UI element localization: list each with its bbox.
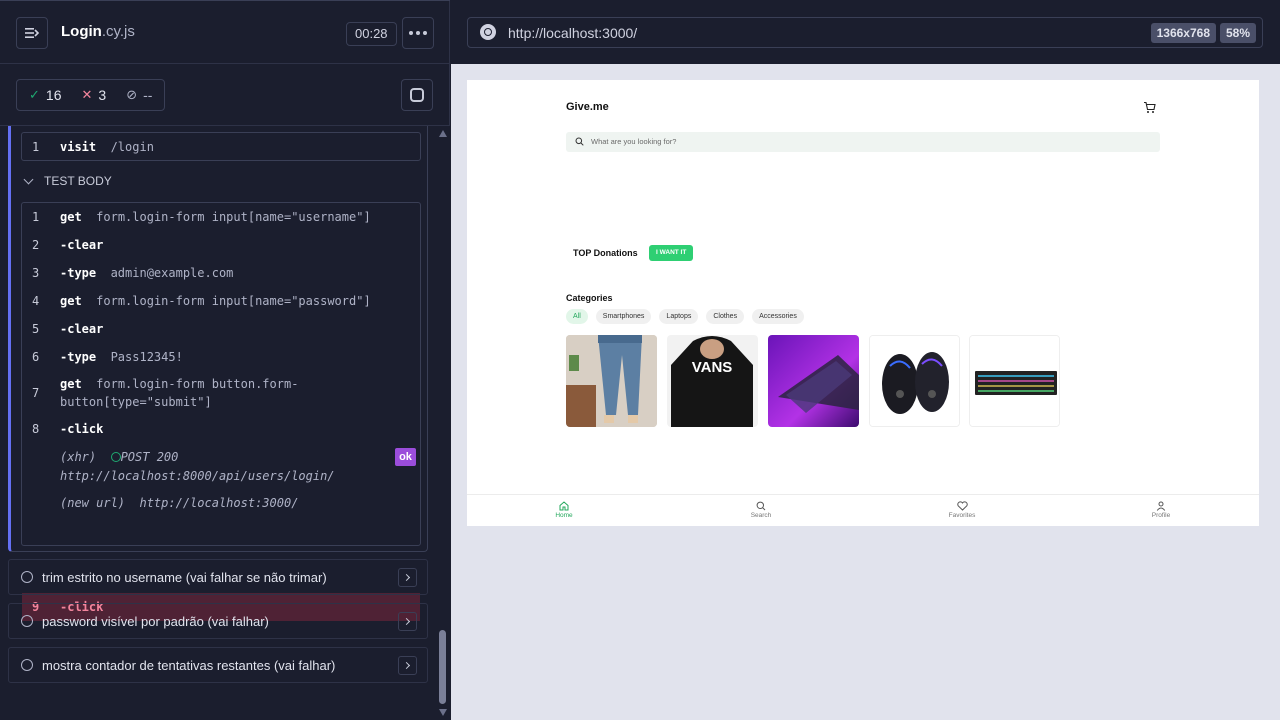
app-logo[interactable]: Give.me [566, 101, 609, 113]
command-log: 1 visit /login TEST BODY 1 get form.logi… [0, 126, 436, 720]
stats-bar: ✓ 16 ✕ 3 ⊘ -- [0, 64, 450, 126]
pending-count: ⊘ -- [126, 87, 153, 103]
url-bar-container: http://localhost:3000/ 1366x768 58% [451, 0, 1280, 64]
url-text: http://localhost:3000/ [508, 25, 638, 41]
chevron-right-icon [402, 573, 411, 582]
xhr-url: http://localhost:8000/api/users/login/ [60, 469, 335, 483]
test-body-toggle[interactable]: TEST BODY [23, 174, 112, 188]
laptop-image [768, 335, 859, 427]
category-chip-smartphones[interactable]: Smartphones [595, 309, 652, 324]
test-item[interactable]: password visível por padrão (vai falhar) [8, 603, 428, 639]
more-options-button[interactable] [402, 17, 434, 49]
nav-search[interactable]: Search [731, 501, 791, 519]
test-body-commands: 1 get form.login-form input[name="userna… [21, 202, 421, 621]
xhr-status-badge: ok [395, 448, 416, 466]
passed-count: ✓ 16 [29, 87, 62, 103]
category-chip-laptops[interactable]: Laptops [659, 309, 699, 324]
categories-title: Categories [566, 293, 613, 303]
nav-home[interactable]: Home [534, 501, 594, 519]
keyboard-image [970, 336, 1059, 426]
scroll-down-icon[interactable] [439, 709, 447, 716]
stop-run-button[interactable] [401, 79, 433, 111]
user-icon [1156, 501, 1166, 511]
run-duration: 00:28 [346, 22, 397, 46]
app-preview-panel: http://localhost:3000/ 1366x768 58% Give… [451, 0, 1280, 720]
scrollbar-thumb[interactable] [439, 630, 446, 704]
hoodie-brand-text: VANS [692, 359, 733, 376]
i-want-it-button[interactable]: I WANT IT [649, 245, 694, 261]
category-chip-clothes[interactable]: Clothes [706, 309, 745, 324]
reporter-scrollbar[interactable] [436, 126, 450, 720]
category-chip-accessories[interactable]: Accessories [752, 309, 804, 324]
open-test-button[interactable] [398, 656, 417, 675]
nav-favorites[interactable]: Favorites [932, 501, 992, 519]
specs-list-icon [25, 28, 40, 38]
chevron-right-icon [402, 617, 411, 626]
search-icon [756, 501, 766, 511]
test-item[interactable]: mostra contador de tentativas restantes … [8, 647, 428, 683]
before-each-commands: 1 visit /login [21, 132, 421, 161]
running-test: 1 visit /login TEST BODY 1 get form.logi… [8, 126, 428, 621]
test-item[interactable]: trim estrito no username (vai falhar se … [8, 559, 428, 595]
skip-icon: ⊘ [126, 87, 138, 102]
product-card-keyboard[interactable] [969, 335, 1060, 427]
dot-icon [409, 31, 413, 35]
command-row[interactable]: 1 visit /login [22, 140, 420, 156]
xhr-log[interactable]: (xhr) POST 200 [60, 450, 178, 464]
command-row[interactable]: 7 get form.login-form button.form- butto… [22, 377, 420, 413]
open-test-button[interactable] [398, 612, 417, 631]
dot-icon [423, 31, 427, 35]
chevron-down-icon [23, 174, 34, 184]
reporter-header: Login.cy.js 00:28 [0, 0, 450, 64]
pending-circle-icon [21, 615, 33, 627]
jeans-image [566, 335, 657, 427]
dot-icon [416, 31, 420, 35]
heart-icon [956, 501, 968, 511]
top-donations-title: TOP Donations [573, 248, 638, 258]
product-card-mouse[interactable] [869, 335, 960, 427]
failed-count: ✕ 3 [81, 87, 107, 103]
pending-circle-icon [21, 659, 33, 671]
xhr-status-circle-icon [110, 452, 121, 462]
chevron-right-icon [402, 661, 411, 670]
scroll-up-icon[interactable] [439, 130, 447, 137]
viewport-size-badge[interactable]: 1366x768 [1150, 23, 1216, 43]
product-card-laptop[interactable] [768, 335, 859, 427]
test-stats: ✓ 16 ✕ 3 ⊘ -- [16, 79, 166, 111]
zoom-badge[interactable]: 58% [1219, 23, 1256, 43]
url-bar[interactable]: http://localhost:3000/ 1366x768 58% [467, 17, 1263, 48]
reporter-panel: Login.cy.js 00:28 ✓ 16 ✕ 3 ⊘ -- 1 visit … [0, 0, 450, 720]
app-search-input[interactable]: What are you looking for? [566, 132, 1160, 152]
search-icon [575, 137, 584, 146]
category-chips: All Smartphones Laptops Clothes Accessor… [566, 309, 812, 324]
app-under-test: Give.me What are you looking for? TOP Do… [467, 80, 1259, 526]
globe-icon [480, 24, 496, 40]
check-icon: ✓ [29, 87, 40, 102]
home-icon [559, 501, 569, 511]
hoodie-image: VANS [667, 335, 758, 427]
nav-profile[interactable]: Profile [1131, 501, 1191, 519]
category-chip-all[interactable]: All [566, 309, 588, 324]
pending-circle-icon [21, 571, 33, 583]
stop-icon [410, 88, 424, 102]
spec-title: Login.cy.js [61, 23, 135, 40]
product-card-hoodie[interactable]: VANS [667, 335, 758, 427]
cart-icon[interactable] [1143, 101, 1156, 114]
open-test-button[interactable] [398, 568, 417, 587]
app-bottom-nav: Home Search Favorites Profile [467, 494, 1259, 526]
product-card-jeans[interactable] [566, 335, 657, 427]
toggle-specs-button[interactable] [16, 17, 48, 49]
new-url-log[interactable]: (new url) http://localhost:3000/ [60, 496, 298, 510]
x-icon: ✕ [81, 87, 93, 102]
mouse-image [870, 336, 959, 426]
